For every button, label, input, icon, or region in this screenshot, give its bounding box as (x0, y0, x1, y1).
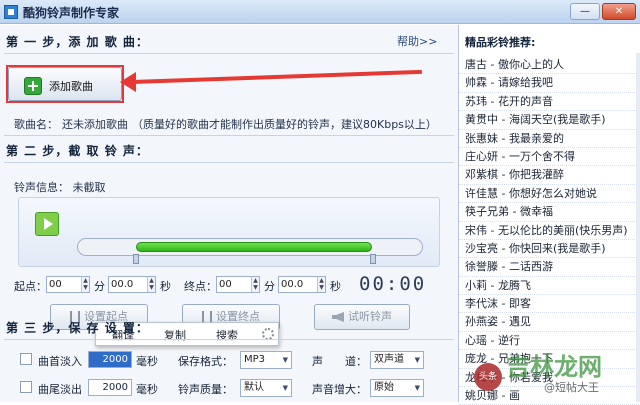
menu-item-copy[interactable]: 复制 (164, 327, 186, 343)
main-panel: 第 一 步，添 加 歌 曲： 帮助>> 添加歌曲 歌曲名： 还未添加歌曲 （质量好的… (0, 25, 458, 402)
start-label: 起点： (14, 280, 47, 293)
arrow-line (131, 69, 422, 84)
list-item[interactable]: 宋伟 - 无以伦比的美丽(快乐男声) (459, 222, 639, 240)
preview-ringtone-button[interactable]: 试听铃声 (314, 304, 410, 330)
waveform-panel (18, 197, 440, 267)
fade-in-ms-input[interactable]: 2000 (88, 351, 132, 368)
ringtone-info-value: 未截取 (72, 181, 106, 194)
sec-unit: 秒 (330, 280, 341, 293)
timer-display: 00:00 (359, 273, 427, 295)
song-name-row: 歌曲名： 还未添加歌曲 （质量好的歌曲才能制作出质量好的铃声，建议80Kbps以上） (14, 116, 441, 132)
play-icon[interactable] (35, 212, 59, 236)
min-unit: 分 (264, 280, 275, 293)
step1-title: 第 一 步，添 加 歌 曲： (6, 35, 149, 49)
format-label: 保存格式： (178, 355, 233, 368)
recommend-sidebar: 精品彩铃推荐: 唐古 - 傲你心上的人 帅霖 - 请嫁给我吧 苏玮 - 花开的声… (458, 25, 640, 405)
sidebar-scrollbar[interactable] (636, 53, 640, 402)
list-item[interactable]: 小莉 - 龙腾飞 (459, 277, 639, 296)
stepper-arrows-icon[interactable]: ▲ ▼ (317, 277, 325, 292)
ms-unit: 毫秒 (136, 383, 158, 396)
divider (4, 339, 454, 340)
speaker-icon (332, 312, 344, 322)
quality-select[interactable]: 默认 (240, 379, 292, 397)
divider (4, 135, 454, 136)
start-min-value: 00 (49, 279, 62, 290)
gain-select[interactable]: 原始 (370, 379, 424, 397)
list-item[interactable]: 庄心妍 - 一万个舍不得 (459, 148, 639, 167)
fade-out-row: 曲尾淡出 2000 毫秒 铃声质量： 默认 声音增大： 原始 (20, 379, 450, 397)
ms-unit: 毫秒 (136, 355, 158, 368)
list-item[interactable]: 筷子兄弟 - 微幸福 (459, 203, 639, 222)
app-icon (4, 5, 18, 19)
list-item[interactable]: 张惠妹 - 我最亲爱的 (459, 130, 639, 148)
help-link[interactable]: 帮助>> (397, 33, 437, 49)
list-item[interactable]: 黄贯中 - 海阔天空(我是歌手) (459, 111, 639, 130)
sec-unit: 秒 (160, 280, 171, 293)
start-sec-stepper[interactable]: 00.0 ▲ ▼ (108, 276, 156, 293)
window-title: 酷狗铃声制作专家 (23, 6, 120, 20)
close-button[interactable]: ✕ (602, 3, 636, 20)
stepper-arrows-icon[interactable]: ▲ ▼ (81, 277, 89, 292)
end-handle[interactable] (370, 254, 376, 264)
fade-out-checkbox[interactable] (20, 381, 32, 393)
min-unit: 分 (94, 280, 105, 293)
list-item[interactable]: 邓紫棋 - 你把我灌醉 (459, 166, 639, 185)
start-handle[interactable] (133, 254, 139, 264)
list-item[interactable]: 徐誉滕 - 二话西游 (459, 258, 639, 277)
start-sec-value: 00.0 (111, 279, 134, 290)
ringtone-info-label: 铃声信息： (14, 181, 69, 194)
fade-out-label: 曲尾淡出 (38, 383, 82, 396)
end-sec-value: 00.0 (281, 279, 304, 290)
fade-in-label: 曲首淡入 (38, 355, 82, 368)
list-item[interactable]: 唐古 - 傲你心上的人 (459, 56, 639, 75)
fade-in-checkbox[interactable] (20, 353, 32, 365)
end-sec-stepper[interactable]: 00.0 ▲ ▼ (278, 276, 326, 293)
list-item[interactable]: 李代沫 - 即客 (459, 295, 639, 314)
highlight-box (6, 65, 124, 103)
end-label: 终点： (184, 280, 217, 293)
list-item[interactable]: 心瑶 - 逆行 (459, 332, 639, 351)
fade-out-ms-input[interactable]: 2000 (88, 379, 132, 396)
minimize-button[interactable]: — (570, 3, 600, 20)
gain-label: 声音增大： (312, 383, 367, 396)
step2-title: 第 二 步，截 取 铃 声： (6, 144, 149, 158)
title-bar: 酷狗铃声制作专家 — ✕ (0, 0, 640, 24)
quality-label: 铃声质量： (178, 383, 233, 396)
menu-item-search[interactable]: 搜索 (216, 327, 238, 343)
range-fill (136, 242, 372, 252)
channel-select[interactable]: 双声道 (370, 351, 424, 369)
format-select[interactable]: MP3 (240, 351, 292, 369)
channel-label: 声 道： (312, 355, 367, 368)
step3-title: 第 三 步，保 存 设 置： (6, 321, 149, 335)
song-name-value: 还未添加歌曲 (62, 118, 128, 131)
sidebar-title: 精品彩铃推荐: (465, 36, 536, 49)
divider (4, 162, 454, 163)
fade-in-row: 曲首淡入 2000 毫秒 保存格式： MP3 声 道： 双声道 (20, 351, 450, 369)
list-item[interactable]: 苏玮 - 花开的声音 (459, 93, 639, 112)
end-min-stepper[interactable]: 00 ▲ ▼ (216, 276, 260, 293)
preview-label: 试听铃声 (348, 310, 392, 323)
position-row: 起点： 00 ▲ ▼ 分 00.0 ▲ ▼ 秒 终点： 00 ▲ ▼ 分 00.0 ▲ ▼ 秒 … (14, 273, 454, 295)
list-item[interactable]: 姚贝娜 - 画 (459, 387, 639, 405)
list-item[interactable]: 庞龙 - 兄弟抱一下 (459, 350, 639, 369)
list-item[interactable]: 沙宝亮 - 你快回来(我是歌手) (459, 240, 639, 259)
list-item[interactable]: 帅霖 - 请嫁给我吧 (459, 74, 639, 93)
song-name-label: 歌曲名： (14, 118, 58, 131)
recommend-list: 唐古 - 傲你心上的人 帅霖 - 请嫁给我吧 苏玮 - 花开的声音 黄贯中 - … (459, 56, 639, 405)
start-min-stepper[interactable]: 00 ▲ ▼ (46, 276, 90, 293)
stepper-arrows-icon[interactable]: ▲ ▼ (251, 277, 259, 292)
stepper-arrows-icon[interactable]: ▲ ▼ (147, 277, 155, 292)
list-item[interactable]: 孙燕姿 - 遇见 (459, 313, 639, 332)
quality-hint: （质量好的歌曲才能制作出质量好的铃声，建议80Kbps以上） (132, 118, 437, 131)
list-item[interactable]: 龙梅子 - 你若爱我 (459, 369, 639, 388)
divider (4, 53, 454, 54)
end-min-value: 00 (219, 279, 232, 290)
list-item[interactable]: 许佳慧 - 你想好怎么对她说 (459, 185, 639, 204)
ringtone-info: 铃声信息： 未截取 (14, 179, 106, 195)
